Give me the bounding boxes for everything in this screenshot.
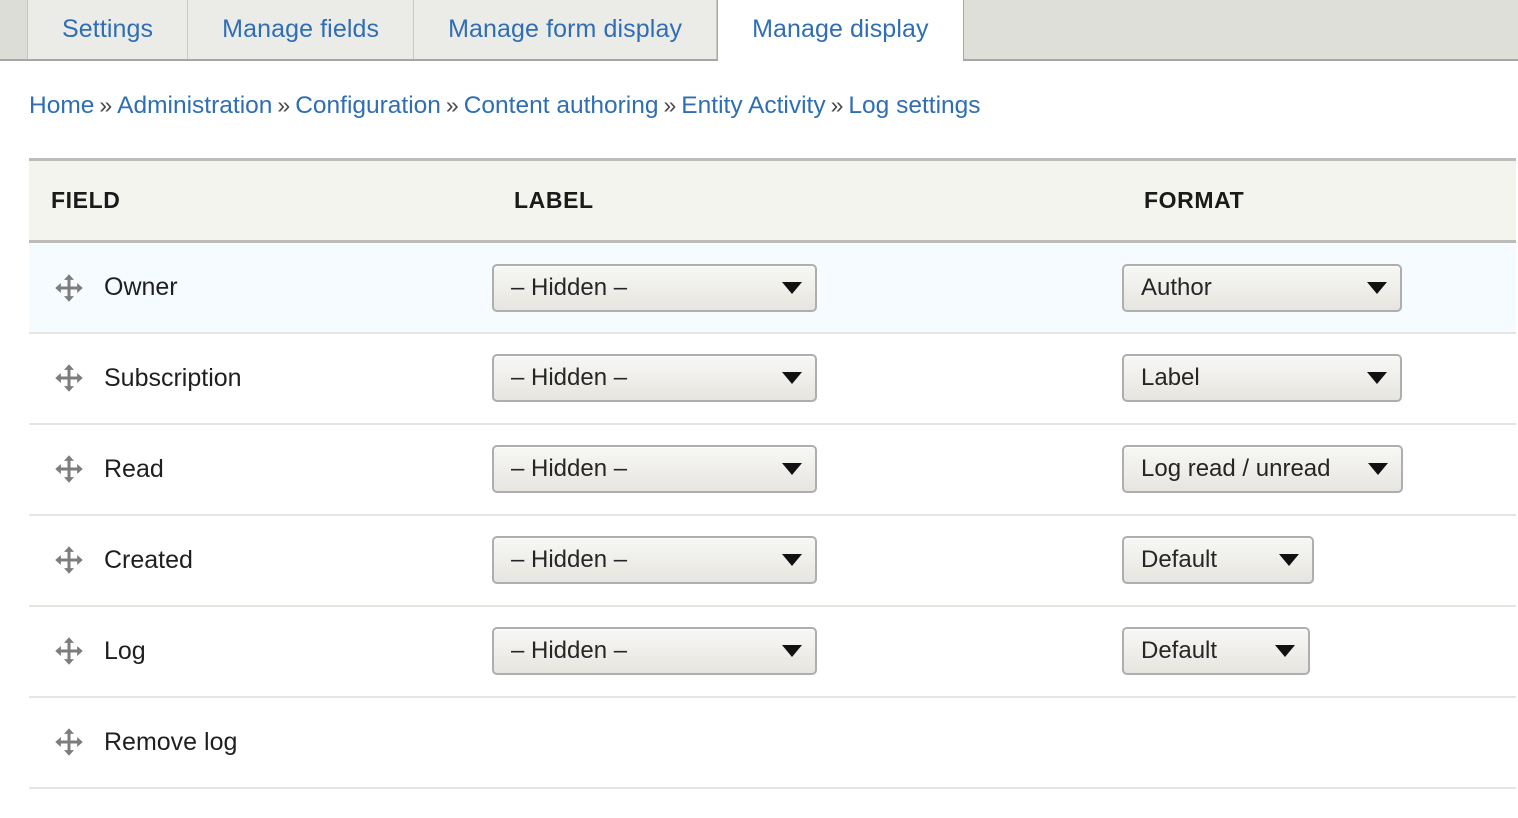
label-display-select-value: – Hidden – — [511, 546, 628, 574]
breadcrumb-separator: » — [663, 92, 677, 118]
breadcrumb: Home» Administration» Configuration» Conten… — [0, 61, 1518, 120]
field-display-table-wrapper: FIELD LABEL FORMAT Owner – Hidden – Auth… — [29, 158, 1516, 789]
label-cell-empty — [492, 696, 1122, 789]
chevron-down-icon — [782, 372, 802, 385]
tab-settings-label: Settings — [62, 15, 154, 43]
label-display-select-value: – Hidden – — [511, 273, 628, 301]
field-display-table: FIELD LABEL FORMAT Owner – Hidden – Auth… — [29, 161, 1516, 789]
label-cell: – Hidden – — [492, 332, 1122, 425]
move-arrows-icon[interactable] — [54, 727, 84, 757]
table-body: Owner – Hidden – Author Subscription – H… — [29, 241, 1516, 789]
chevron-down-icon — [1367, 372, 1387, 385]
chevron-down-icon — [782, 554, 802, 567]
field-name-label: Log — [104, 636, 146, 665]
column-header-field: FIELD — [29, 161, 492, 244]
breadcrumb-separator: » — [99, 92, 113, 118]
label-display-select[interactable]: – Hidden – — [492, 445, 817, 494]
tab-bar-left-gutter — [0, 0, 28, 59]
field-cell: Owner — [29, 241, 492, 334]
chevron-down-icon — [782, 281, 802, 294]
table-row: Log – Hidden – Default — [29, 605, 1516, 698]
chevron-down-icon — [1367, 281, 1387, 294]
chevron-down-icon — [782, 645, 802, 658]
field-cell: Remove log — [29, 696, 492, 789]
breadcrumb-item-configuration[interactable]: Configuration — [295, 92, 441, 119]
format-select[interactable]: Author — [1122, 263, 1402, 312]
tab-manage-form-display[interactable]: Manage form display — [414, 0, 718, 59]
breadcrumb-item-content-authoring[interactable]: Content authoring — [464, 92, 659, 119]
breadcrumb-separator: » — [277, 92, 291, 118]
tab-bar-filler — [963, 0, 1518, 59]
column-header-format: FORMAT — [1122, 161, 1516, 244]
label-display-select-value: – Hidden – — [511, 637, 628, 665]
format-cell: Label — [1122, 332, 1516, 425]
field-cell: Created — [29, 514, 492, 607]
move-arrows-icon[interactable] — [54, 363, 84, 393]
label-display-select[interactable]: – Hidden – — [492, 354, 817, 403]
breadcrumb-separator: » — [445, 92, 459, 118]
label-display-select[interactable]: – Hidden – — [492, 627, 817, 676]
move-arrows-icon[interactable] — [54, 454, 84, 484]
table-row: Owner – Hidden – Author — [29, 241, 1516, 334]
breadcrumb-item-home[interactable]: Home — [29, 92, 94, 119]
label-display-select[interactable]: – Hidden – — [492, 536, 817, 585]
label-display-select[interactable]: – Hidden – — [492, 263, 817, 312]
format-select-value: Default — [1141, 546, 1218, 574]
column-header-label: LABEL — [492, 161, 1122, 244]
label-cell: – Hidden – — [492, 241, 1122, 334]
field-cell: Read — [29, 423, 492, 516]
breadcrumb-separator: » — [830, 92, 844, 118]
tab-manage-display[interactable]: Manage display — [717, 0, 964, 61]
field-name-label: Read — [104, 454, 164, 483]
format-cell-empty — [1122, 696, 1516, 789]
breadcrumb-item-entity-activity[interactable]: Entity Activity — [681, 92, 825, 119]
tab-manage-display-label: Manage display — [752, 15, 929, 43]
field-name-label: Created — [104, 545, 193, 574]
format-select[interactable]: Label — [1122, 354, 1402, 403]
label-cell: – Hidden – — [492, 514, 1122, 607]
format-select[interactable]: Log read / unread — [1122, 445, 1403, 494]
label-display-select-value: – Hidden – — [511, 455, 628, 483]
field-cell: Subscription — [29, 332, 492, 425]
format-cell: Default — [1122, 605, 1516, 698]
tab-manage-form-display-label: Manage form display — [448, 15, 683, 43]
chevron-down-icon — [1368, 463, 1388, 476]
move-arrows-icon[interactable] — [54, 545, 84, 575]
chevron-down-icon — [782, 463, 802, 476]
label-cell: – Hidden – — [492, 605, 1122, 698]
format-select-value: Log read / unread — [1141, 455, 1331, 483]
chevron-down-icon — [1275, 645, 1295, 658]
table-row: Read – Hidden – Log read / unread — [29, 423, 1516, 516]
table-row: Created – Hidden – Default — [29, 514, 1516, 607]
field-name-label: Remove log — [104, 727, 238, 756]
format-select-value: Default — [1141, 637, 1218, 665]
move-arrows-icon[interactable] — [54, 273, 84, 303]
chevron-down-icon — [1279, 554, 1299, 567]
format-cell: Default — [1122, 514, 1516, 607]
tab-manage-fields[interactable]: Manage fields — [188, 0, 415, 59]
format-select-value: Label — [1141, 364, 1200, 392]
format-select-value: Author — [1141, 273, 1212, 301]
field-name-label: Subscription — [104, 363, 242, 392]
table-row: Subscription – Hidden – Label — [29, 332, 1516, 425]
field-cell: Log — [29, 605, 492, 698]
label-display-select-value: – Hidden – — [511, 364, 628, 392]
move-arrows-icon[interactable] — [54, 636, 84, 666]
table-row: Remove log — [29, 696, 1516, 789]
field-name-label: Owner — [104, 273, 178, 302]
table-header-row: FIELD LABEL FORMAT — [29, 161, 1516, 244]
format-select[interactable]: Default — [1122, 627, 1310, 676]
format-cell: Author — [1122, 241, 1516, 334]
format-select[interactable]: Default — [1122, 536, 1314, 585]
primary-tab-bar: Settings Manage fields Manage form displ… — [0, 0, 1518, 61]
label-cell: – Hidden – — [492, 423, 1122, 516]
tab-manage-fields-label: Manage fields — [222, 15, 380, 43]
breadcrumb-item-log-settings[interactable]: Log settings — [848, 92, 980, 119]
format-cell: Log read / unread — [1122, 423, 1516, 516]
tab-settings[interactable]: Settings — [28, 0, 189, 59]
breadcrumb-item-administration[interactable]: Administration — [117, 92, 272, 119]
table-head: FIELD LABEL FORMAT — [29, 161, 1516, 244]
